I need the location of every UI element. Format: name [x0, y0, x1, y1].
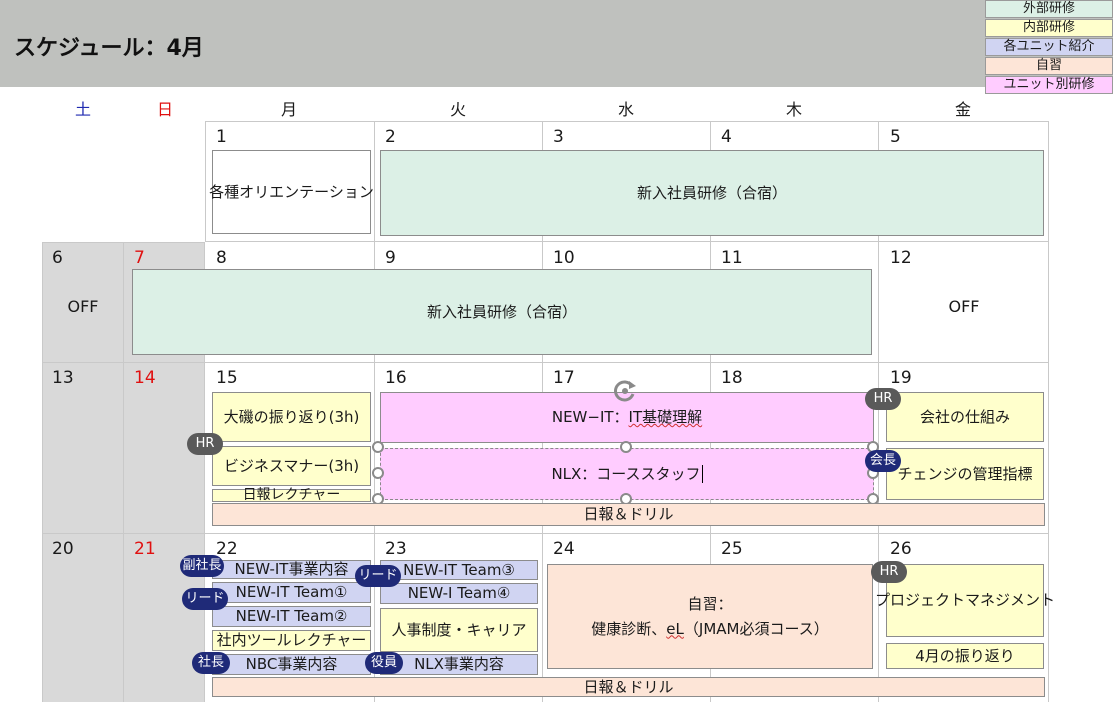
badge-officer: 役員	[365, 652, 403, 674]
event-new-it-business[interactable]: NEW-IT事業内容	[212, 560, 371, 579]
cell-apr-13	[42, 363, 124, 534]
rotate-handle-icon[interactable]	[612, 378, 638, 404]
event-nbc-business[interactable]: NBC事業内容	[212, 654, 371, 675]
weekday-fri: 金	[954, 100, 971, 119]
event-new-it-team3[interactable]: NEW-IT Team③	[380, 560, 538, 580]
event-new-i-team4[interactable]: NEW-I Team④	[380, 583, 538, 604]
date-number: 25	[721, 539, 743, 559]
event-nlx-business[interactable]: NLX事業内容	[380, 654, 538, 675]
date-number: 4	[721, 127, 732, 147]
date-number: 8	[216, 248, 227, 268]
weekday-sun: 日	[156, 100, 173, 119]
text-cursor	[701, 465, 703, 483]
event-new-it-basics-main: IT基礎理解	[628, 408, 703, 427]
event-training-camp-week2[interactable]: 新入社員研修（合宿）	[132, 269, 872, 355]
cell-apr-20	[42, 534, 124, 702]
date-number: 19	[890, 368, 912, 388]
off-label-sat: OFF	[67, 297, 99, 316]
date-number: 1	[216, 127, 227, 147]
event-company-structure[interactable]: 会社の仕組み	[886, 392, 1044, 442]
date-number: 15	[216, 368, 238, 388]
date-number: 5	[890, 127, 901, 147]
badge-hr: HR	[187, 433, 223, 455]
date-number: 9	[385, 248, 396, 268]
date-number: 2	[385, 127, 396, 147]
date-number: 13	[52, 368, 74, 388]
event-new-it-basics-prefix: NEW−IT：	[551, 408, 629, 427]
date-number: 6	[52, 248, 63, 268]
badge-lead: リード	[355, 565, 401, 587]
legend-unit-intro: 各ユニット紹介	[985, 38, 1113, 56]
resize-handle-tl[interactable]	[372, 441, 384, 453]
event-project-management[interactable]: プロジェクトマネジメント	[875, 564, 1055, 637]
event-nlx-course-staff-text: NLX：コーススタッ	[551, 464, 686, 483]
event-self-study-title: 自習：	[687, 594, 733, 613]
badge-vice-president: 副社長	[180, 555, 224, 577]
date-number: 16	[385, 368, 407, 388]
weekday-sat: 土	[74, 100, 91, 119]
event-daily-report-drill-week3[interactable]: 日報＆ドリル	[212, 503, 1045, 526]
legend-external-training: 外部研修	[985, 0, 1113, 18]
date-number: 23	[385, 539, 407, 559]
weekday-tue: 火	[449, 100, 466, 119]
event-orientation[interactable]: 各種オリエンテーション	[209, 150, 374, 234]
legend-internal-training: 内部研修	[985, 19, 1113, 37]
date-number: 3	[553, 127, 564, 147]
event-training-camp-week1[interactable]: 新入社員研修（合宿）	[380, 150, 1044, 236]
event-oiso-review[interactable]: 大磯の振り返り(3h)	[212, 392, 371, 442]
event-nlx-course-staff-tail: フ	[685, 464, 701, 483]
legend-unit-specific-training: ユニット別研修	[985, 76, 1113, 94]
date-number-sunday: 7	[134, 248, 145, 268]
event-business-manners[interactable]: ビジネスマナー(3h)	[212, 446, 371, 486]
event-april-review[interactable]: 4月の振り返り	[886, 643, 1044, 669]
date-number: 24	[553, 539, 575, 559]
resize-handle-top[interactable]	[620, 441, 632, 453]
event-daily-report-lecture[interactable]: 日報レクチャー	[212, 487, 371, 503]
legend-self-study: 自習	[985, 57, 1113, 75]
event-self-study[interactable]: 自習： 健康診断、eL（JMAM必須コース）	[547, 564, 873, 669]
event-internal-tools-lecture[interactable]: 社内ツールレクチャー	[212, 630, 371, 651]
weekday-thu: 木	[785, 100, 802, 119]
event-change-management[interactable]: チェンジの管理指標	[886, 448, 1044, 500]
date-number: 18	[721, 368, 743, 388]
event-self-study-body: 健康診断、eL（JMAM必須コース）	[591, 619, 829, 638]
weekday-wed: 水	[617, 100, 634, 119]
date-number: 17	[553, 368, 575, 388]
date-number-sunday: 14	[134, 368, 156, 388]
badge-hr: HR	[865, 388, 901, 410]
event-new-it-team1[interactable]: NEW-IT Team①	[212, 582, 371, 603]
badge-chairman: 会長	[865, 450, 901, 472]
date-number-sunday: 21	[134, 539, 156, 559]
date-number: 12	[890, 248, 912, 268]
date-number: 20	[52, 539, 74, 559]
resize-handle-left[interactable]	[372, 467, 384, 479]
date-number: 26	[890, 539, 912, 559]
event-hr-system-career[interactable]: 人事制度・キャリア	[380, 608, 538, 652]
badge-hr: HR	[871, 561, 907, 583]
off-label-fri: OFF	[948, 297, 980, 316]
badge-president: 社長	[192, 652, 230, 674]
date-number: 10	[553, 248, 575, 268]
weekday-mon: 月	[280, 100, 297, 119]
date-number: 11	[721, 248, 743, 268]
page-title: スケジュール：4月	[14, 36, 204, 61]
event-new-it-team2[interactable]: NEW-IT Team②	[212, 606, 371, 627]
event-self-study-el: eL	[666, 619, 684, 638]
event-daily-report-drill-week4[interactable]: 日報＆ドリル	[212, 677, 1045, 697]
badge-lead: リード	[182, 588, 228, 610]
